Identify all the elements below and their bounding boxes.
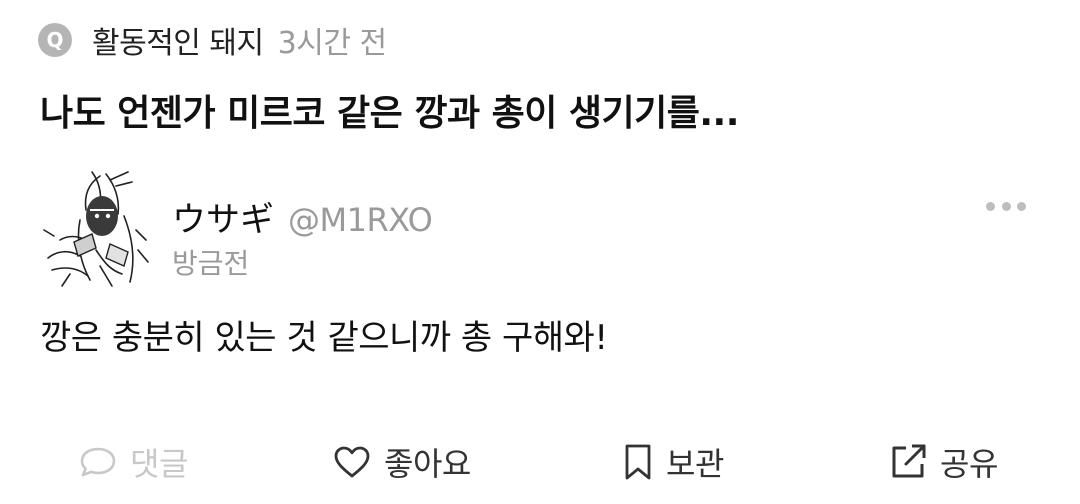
comment-button[interactable]: 댓글	[78, 432, 188, 492]
more-dot	[1001, 201, 1011, 211]
more-dot	[1017, 201, 1026, 211]
avatar[interactable]	[40, 170, 152, 288]
avatar-illustration-icon	[43, 171, 149, 287]
speech-bubble-icon	[80, 447, 116, 477]
external-share-icon	[892, 444, 926, 478]
like-label: 좋아요	[384, 445, 471, 483]
save-button[interactable]: 보관	[622, 432, 724, 492]
question-author[interactable]: 활동적인 돼지	[92, 18, 264, 62]
share-label: 공유	[940, 445, 998, 483]
like-button[interactable]: 좋아요	[332, 432, 471, 492]
share-button[interactable]: 공유	[888, 432, 998, 492]
comment-label: 댓글	[130, 445, 188, 483]
question-time: 3시간 전	[277, 26, 387, 61]
action-bar: 댓글 좋아요 보관 공유	[0, 432, 1080, 492]
more-dot	[986, 201, 995, 211]
heart-icon	[334, 446, 370, 478]
reply-body: 깡은 충분히 있는 것 같으니까 총 구해와!	[40, 318, 608, 358]
reply-author-name[interactable]: ウサギ	[172, 192, 274, 241]
reply-author-row: ウサギ @M1RXO	[172, 192, 433, 241]
question-title[interactable]: 나도 언젠가 미르코 같은 깡과 총이 생기기를...	[40, 84, 739, 136]
more-dots-icon[interactable]	[986, 196, 1026, 216]
reply-author-handle[interactable]: @M1RXO	[288, 201, 433, 239]
question-header: Q 활동적인 돼지 3시간 전	[38, 18, 387, 62]
question-badge: Q	[38, 23, 72, 57]
reply-time: 방금전	[172, 247, 250, 280]
bookmark-icon	[625, 444, 651, 480]
save-label: 보관	[666, 445, 724, 483]
